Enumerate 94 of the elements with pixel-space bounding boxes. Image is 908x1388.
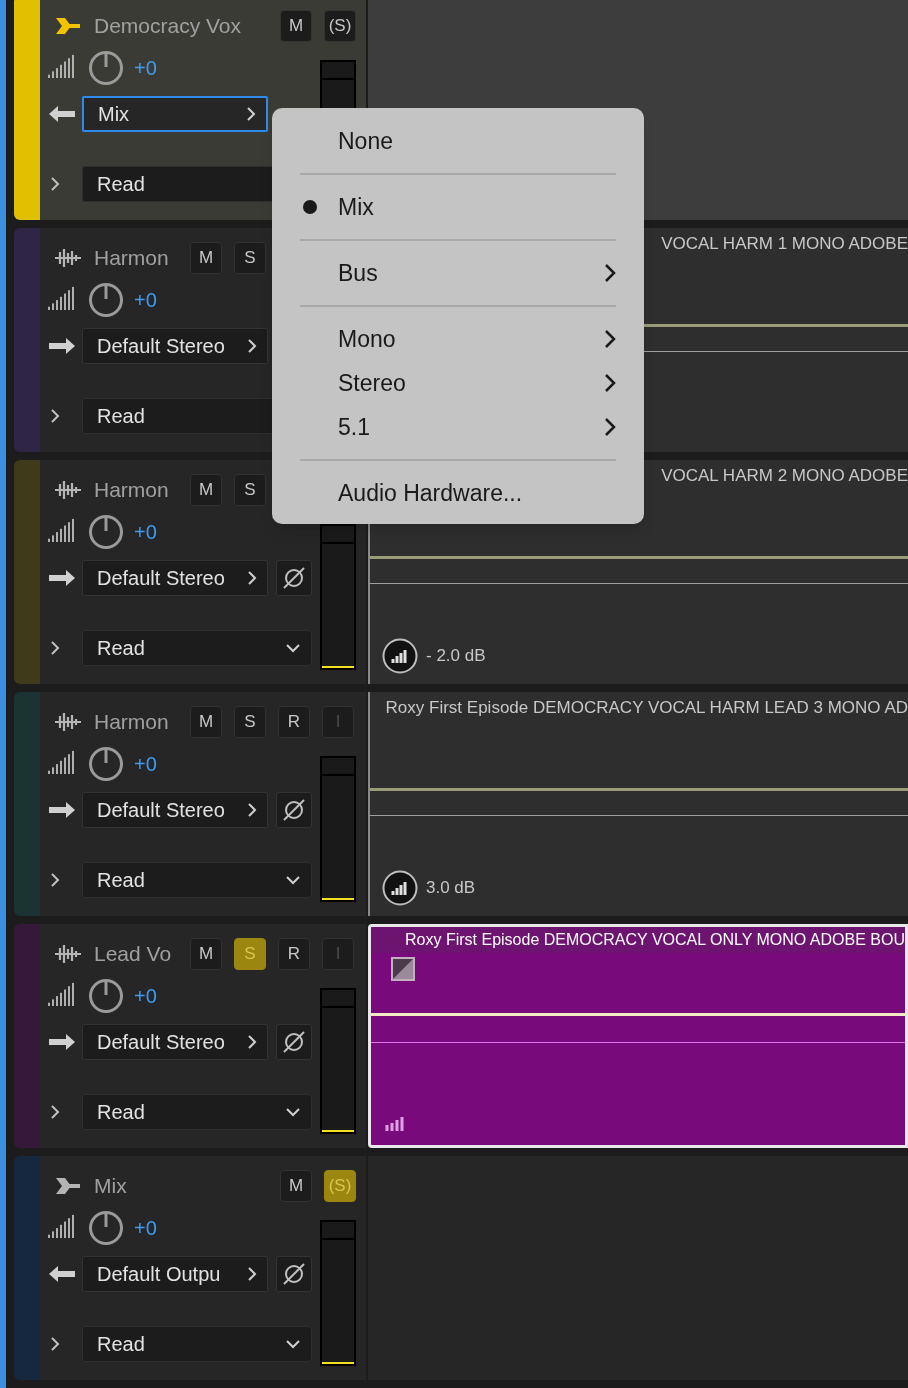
automation-dropdown[interactable]: Read (82, 630, 312, 666)
waveform-icon (54, 248, 82, 268)
menu-item[interactable]: Bus (272, 251, 644, 295)
phase-invert-icon (282, 798, 306, 822)
arrow-right-icon (48, 569, 76, 587)
chevron-right-icon[interactable] (50, 1103, 60, 1121)
phase-button[interactable] (276, 560, 312, 596)
track-toggle-button[interactable]: S (234, 242, 266, 274)
output-select[interactable]: Mix (82, 96, 268, 132)
output-select[interactable]: Default Stereo (82, 560, 268, 596)
chevron-down-icon (285, 1339, 301, 1349)
clip-title: Roxy First Episode DEMOCRACY VOCAL ONLY MONO ADOBE BOU (405, 930, 905, 950)
pan-knob-icon[interactable] (88, 282, 124, 318)
chevron-right-icon[interactable] (50, 407, 60, 425)
output-select[interactable]: Default Outpu (82, 1256, 268, 1292)
track-toggle-button[interactable]: M (190, 706, 222, 738)
track-toggle-button[interactable]: S (234, 706, 266, 738)
volume-value: 3.0 dB (426, 877, 476, 900)
chevron-right-icon (247, 802, 257, 818)
pan-value[interactable]: +0 (134, 53, 157, 83)
pan-knob-icon[interactable] (88, 978, 124, 1014)
chevron-down-icon (285, 875, 301, 885)
track-toggle-button[interactable]: M (190, 474, 222, 506)
arrow-left-icon (48, 1265, 76, 1283)
chevron-right-icon (247, 570, 257, 586)
arrow-left-icon (48, 105, 76, 123)
waveform-icon (54, 480, 82, 500)
automation-dropdown[interactable]: Read (82, 862, 312, 898)
volume-value: - 2.0 dB (426, 645, 486, 668)
arrow-right-icon (48, 1033, 76, 1051)
chevron-right-icon (604, 417, 616, 437)
track-name: Democracy Vox (94, 13, 243, 40)
phase-invert-icon (282, 1262, 306, 1286)
arrow-right-icon (48, 801, 76, 819)
chevron-right-icon (604, 373, 616, 393)
chevron-down-icon (285, 1107, 301, 1117)
menu-item[interactable]: None (272, 119, 644, 163)
track-toggle-button[interactable]: S (234, 474, 266, 506)
output-select[interactable]: Default Stereo (82, 792, 268, 828)
pan-value[interactable]: +0 (134, 981, 157, 1011)
track-name: Harmon (94, 709, 170, 736)
track-toggle-button[interactable]: R (278, 938, 310, 970)
track-toggle-button[interactable]: M (280, 10, 312, 42)
menu-item[interactable]: Mono (272, 317, 644, 361)
phase-button[interactable] (276, 792, 312, 828)
pan-value[interactable]: +0 (134, 285, 157, 315)
track-name: Harmon (94, 477, 170, 504)
signal-bars-icon (385, 1117, 405, 1131)
pan-value[interactable]: +0 (134, 1213, 157, 1243)
chevron-right-icon (604, 329, 616, 349)
waveform-icon (54, 712, 82, 732)
track-toggle-button[interactable]: M (190, 938, 222, 970)
chevron-right-icon[interactable] (50, 1335, 60, 1353)
bullet-icon (303, 200, 317, 214)
track-name: Harmon (94, 245, 170, 272)
track-toggle-button[interactable]: R (278, 706, 310, 738)
clip-title: VOCAL HARM 2 MONO ADOBE (661, 465, 908, 488)
chevron-right-icon (247, 1266, 257, 1282)
clip-title: Roxy First Episode DEMOCRACY VOCAL HARM LEAD 3 MONO AD (385, 697, 908, 720)
chevron-right-icon[interactable] (50, 871, 60, 889)
automation-dropdown[interactable]: Read (82, 1094, 312, 1130)
output-select[interactable]: Default Stereo (82, 1024, 268, 1060)
phase-invert-icon (282, 1030, 306, 1054)
pan-knob-icon[interactable] (88, 1210, 124, 1246)
volume-icon[interactable] (382, 870, 418, 906)
arrow-right-icon (48, 337, 76, 355)
chevron-right-icon (247, 338, 257, 354)
pan-knob-icon[interactable] (88, 514, 124, 550)
chevron-right-icon[interactable] (50, 639, 60, 657)
fade-handle-icon[interactable] (391, 957, 415, 981)
pan-value[interactable]: +0 (134, 749, 157, 779)
output-select[interactable]: Default Stereo (82, 328, 268, 364)
audio-clip[interactable]: Roxy First Episode DEMOCRACY VOCAL ONLY MONO ADOBE BOU (368, 924, 908, 1148)
chevron-right-icon (247, 1034, 257, 1050)
track-name: Lead Vo (94, 941, 173, 968)
phase-invert-icon (282, 566, 306, 590)
phase-button[interactable] (276, 1024, 312, 1060)
chevron-right-icon (604, 263, 616, 283)
chevron-down-icon (285, 643, 301, 653)
pan-value[interactable]: +0 (134, 517, 157, 547)
phase-button[interactable] (276, 1256, 312, 1292)
pan-knob-icon[interactable] (88, 746, 124, 782)
volume-icon[interactable] (382, 638, 418, 674)
automation-dropdown[interactable]: Read (82, 1326, 312, 1362)
track-name: Mix (94, 1173, 128, 1200)
track-toggle-button[interactable]: M (190, 242, 222, 274)
waveform-icon (54, 944, 82, 964)
audio-clip[interactable]: Roxy First Episode DEMOCRACY VOCAL HARM LEAD 3 MONO AD 3.0 dB (368, 692, 908, 916)
track-toggle-button[interactable]: M (280, 1170, 312, 1202)
chevron-right-icon[interactable] (50, 175, 60, 193)
clip-title: VOCAL HARM 1 MONO ADOBE (661, 233, 908, 256)
track-toggle-button[interactable]: (S) (324, 10, 356, 42)
chevron-right-icon (246, 106, 256, 122)
pan-knob-icon[interactable] (88, 50, 124, 86)
